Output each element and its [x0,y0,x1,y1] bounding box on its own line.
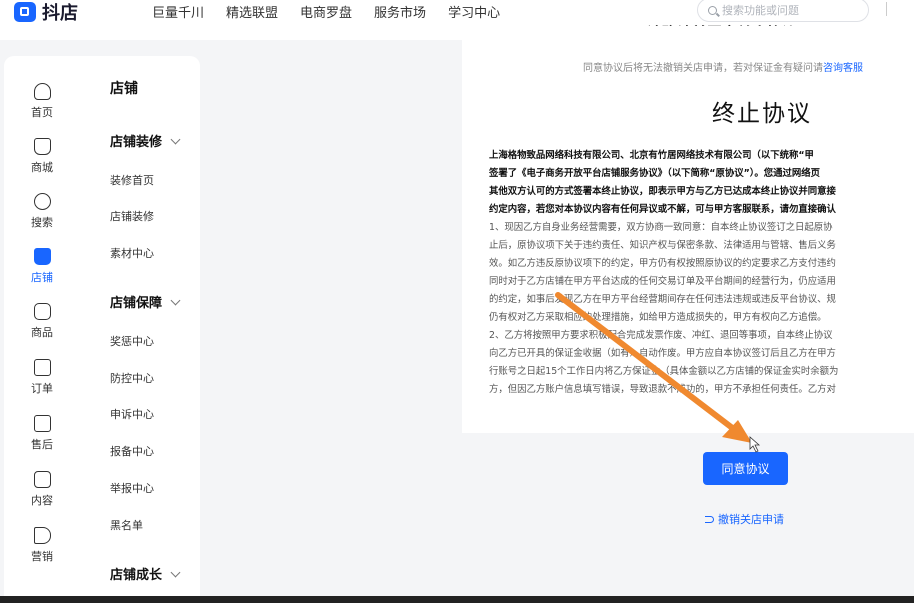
nav-item-learning[interactable]: 学习中心 [448,2,500,21]
preamble-line: 上海格物致品网络科技有限公司、北京有竹居网络技术有限公司（以下统称“甲 [489,150,814,161]
rail-label: 首页 [31,105,53,119]
rail-label: 营销 [31,549,53,563]
preamble-line: 签署了《电子商务开放平台店铺服务协议》（以下简称“原协议”）。您通过网络页 [489,168,821,179]
submenu-item-appeal[interactable]: 申诉中心 [110,406,154,422]
contact-support-link[interactable]: 咨询客服 [823,63,863,74]
rail-item-order[interactable]: 订单 [14,352,70,402]
mouse-cursor-icon [749,436,761,453]
nav-item-alliance[interactable]: 精选联盟 [226,2,278,21]
rail-label: 商品 [31,325,53,339]
submenu-group-guarantee[interactable]: 店铺保障 [110,292,181,311]
rail-item-after-sales[interactable]: 售后 [14,408,70,458]
chevron-down-icon [170,134,181,144]
rail-item-store[interactable]: 店铺 [14,241,70,291]
order-icon [33,358,51,376]
submenu-group-growth[interactable]: 店铺成长 [110,564,181,583]
notice-text: 同意协议后将无法撤销关店申请，若对保证金有疑问请 [583,63,823,74]
submenu-group-label: 店铺成长 [110,568,163,583]
rail-label: 店铺 [31,270,53,284]
search-placeholder: 搜索功能或问题 [722,4,799,17]
rail-item-mall[interactable]: 商城 [14,131,70,181]
clause1-line: 的约定，如事后发现乙方在甲方平台经营期间存在任何违法违规或违反平台协议、规 [489,294,836,305]
content-icon [33,470,51,488]
chevron-down-icon [170,295,181,305]
nav-item-compass[interactable]: 电商罗盘 [300,2,352,21]
mall-icon [33,137,51,155]
clause1-line: 效。如乙方违反原协议项下的约定，甲方仍有权按照原协议的约定要求乙方支付违约 [489,258,836,269]
store-icon [33,247,51,265]
agree-button[interactable]: 同意协议 [703,452,788,485]
chevron-down-icon [170,567,181,577]
document-title: 终止协议 [712,101,812,127]
agreement-document[interactable]: 同意协议后将无法撤销关店申请，若对保证金有疑问请咨询客服 终止协议 上海格物致品… [462,26,914,433]
rail-label: 商城 [31,160,53,174]
search-icon [708,5,717,15]
submenu-group-label: 店铺装修 [110,135,163,150]
rail-item-home[interactable]: 首页 [14,76,70,126]
submenu-item-filing[interactable]: 报备中心 [110,443,154,459]
clause2-line: 2、乙方将按照甲方要求积极配合完成发票作废、冲红、退回等事项，自本终止协议 [489,330,833,341]
rail-item-content[interactable]: 内容 [14,464,70,514]
submenu-item-report[interactable]: 举报中心 [110,480,154,496]
submenu-item-materials[interactable]: 素材中心 [110,245,154,261]
home-icon [33,82,51,100]
nav-item-qianchuan[interactable]: 巨量千川 [152,2,204,21]
submenu-item-decoration-home[interactable]: 装修首页 [110,172,154,188]
after-sales-icon [33,414,51,432]
rail-label: 售后 [31,437,53,451]
revoke-close-request-link[interactable]: 撤销关店申请 [705,511,784,527]
rail-label: 内容 [31,493,53,507]
submenu-group-label: 店铺保障 [110,296,163,311]
logo-text: 抖店 [42,3,78,24]
clause2-line: 方，但因乙方账户信息填写错误，导致退款不成功的，甲方不承担任何责任。乙方对 [489,384,836,395]
submenu-group-decoration[interactable]: 店铺装修 [110,131,181,150]
rail-label: 订单 [31,381,53,395]
rail-item-product[interactable]: 商品 [14,296,70,346]
submenu-item-risk-control[interactable]: 防控中心 [110,370,154,386]
rail-item-marketing[interactable]: 营销 [14,520,70,570]
submenu-title: 店铺 [110,81,138,97]
main-nav-rail: 首页 商城 搜索 店铺 商品 订单 售后 内容 营销 [4,56,82,603]
submenu-item-store-decoration[interactable]: 店铺装修 [110,208,154,224]
marketing-icon [33,526,51,544]
rail-item-search[interactable]: 搜索 [14,186,70,236]
brand-logo[interactable]: 抖店 [14,0,78,24]
header-divider [886,2,895,16]
product-icon [33,302,51,320]
left-panel: 首页 商城 搜索 店铺 商品 订单 售后 内容 营销 店铺 店铺装修 装修首页 … [4,56,200,603]
submenu-item-rewards[interactable]: 奖惩中心 [110,333,154,349]
clause2-line: 向乙方已开具的保证金收据（如有）自动作废。甲方应自本协议签订后且乙方在甲方 [489,348,836,359]
search-icon [33,192,51,210]
nav-item-service-market[interactable]: 服务市场 [374,2,426,21]
agreement-body: 上海格物致品网络科技有限公司、北京有竹居网络技术有限公司（以下统称“甲 签署了《… [489,148,914,400]
agreement-notice: 同意协议后将无法撤销关店申请，若对保证金有疑问请咨询客服 [583,59,863,74]
rail-label: 搜索 [31,215,53,229]
preamble-line: 其他双方认可的方式签署本终止协议，即表示甲方与乙方已达成本终止协议并同意接 [489,186,836,197]
logo-icon [14,2,36,22]
top-nav: 巨量千川 精选联盟 电商罗盘 服务市场 学习中心 [152,0,500,22]
submenu-item-blacklist[interactable]: 黑名单 [110,517,143,533]
clause1-line: 仍有权对乙方采取相应的处理措施，如给甲方造成损失的，甲方有权向乙方追偿。 [489,312,827,323]
clause1-line: 1、现因乙方自身业务经营需要，双方协商一致同意：自本终止协议签订之日起原协 [489,222,833,233]
clause2-line: 行账号之日起15个工作日内将乙方保证金（具体金额以乙方店铺的保证金实时余额为 [489,366,839,377]
taskbar-strip [0,596,914,603]
revoke-label: 撤销关店申请 [718,513,784,526]
undo-icon [705,515,714,523]
scroll-fade [462,411,914,433]
store-submenu: 店铺 店铺装修 装修首页 店铺装修 素材中心 店铺保障 奖惩中心 防控中心 申诉… [90,56,200,603]
preamble-line: 约定内容，若您对本协议内容有任何异议或不解，可与甲方客服联系，请勿直接确认 [489,204,836,215]
clause1-line: 止后，原协议项下关于违约责任、知识产权与保密条款、法律适用与管辖、售后义务 [489,240,836,251]
clause1-line: 同时对于乙方店铺在甲方平台达成的任何交易订单及平台期间的经营行为，仍应适用 [489,276,836,287]
